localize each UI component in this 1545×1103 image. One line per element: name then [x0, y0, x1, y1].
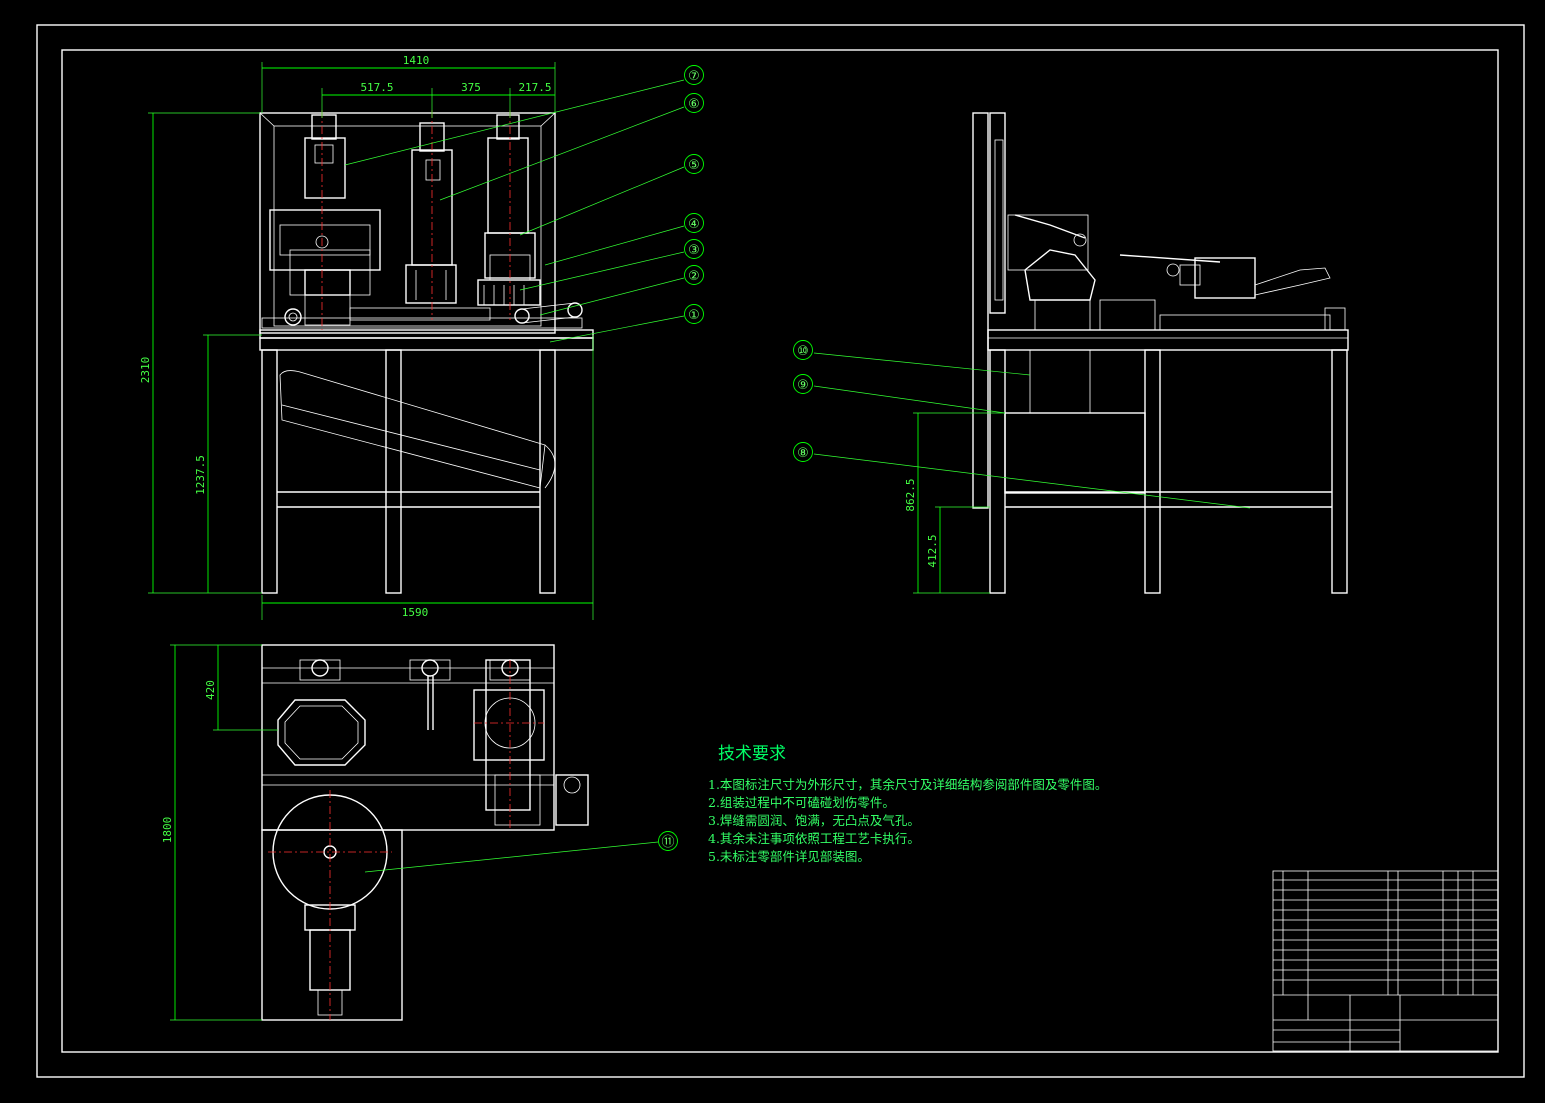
- technical-requirements: 技术要求 1.本图标注尺寸为外形尺寸，其余尺寸及详细结构参阅部件图及零件图。 2…: [708, 744, 1107, 864]
- callout-10: ⑩: [797, 344, 809, 359]
- requirement-2: 2.组装过程中不可磕碰划伤零件。: [708, 795, 895, 810]
- dim-side-height-1: 862.5: [904, 478, 917, 511]
- requirement-1: 1.本图标注尺寸为外形尺寸，其余尺寸及详细结构参阅部件图及零件图。: [708, 777, 1107, 792]
- callout-4: ④: [688, 217, 700, 232]
- dim-side-height-2: 412.5: [926, 534, 939, 567]
- dim-plan-depth: 420: [204, 680, 217, 700]
- side-view: [972, 112, 1349, 594]
- requirement-5: 5.未标注零部件详见部装图。: [708, 849, 870, 864]
- plan-view: [261, 644, 589, 1021]
- cad-drawing-canvas: 1410 517.5 375 217.5 2310 1237.5 1590 ⑦ …: [36, 24, 1525, 1078]
- callout-7: ⑦: [688, 69, 700, 84]
- dim-plan-length: 1800: [161, 817, 174, 844]
- front-view: [259, 110, 594, 594]
- dim-segment-1: 517.5: [360, 81, 393, 94]
- callout-3: ③: [688, 243, 700, 258]
- callout-5: ⑤: [688, 158, 700, 173]
- dim-table-height: 1237.5: [194, 455, 207, 495]
- requirement-3: 3.焊缝需圆润、饱满，无凸点及气孔。: [708, 813, 920, 828]
- callouts-side: ⑩ ⑨ ⑧: [793, 340, 1251, 509]
- dim-total-height: 2310: [139, 357, 152, 384]
- dim-base-width: 1590: [402, 606, 429, 619]
- callout-11: ⑪: [661, 835, 674, 850]
- front-dimensions: 1410 517.5 375 217.5 2310 1237.5 1590: [139, 54, 594, 620]
- dim-overall-width: 1410: [403, 54, 430, 67]
- callout-1: ①: [688, 308, 700, 323]
- callout-9: ⑨: [797, 378, 809, 393]
- requirements-title: 技术要求: [718, 744, 786, 764]
- dim-segment-2: 375: [461, 81, 481, 94]
- title-block: [1272, 870, 1499, 1052]
- callout-6: ⑥: [688, 97, 700, 112]
- callouts-plan: ⑪: [364, 831, 678, 873]
- dim-segment-3: 217.5: [518, 81, 551, 94]
- callout-2: ②: [688, 269, 700, 284]
- plan-dimensions: 1800 420: [161, 644, 278, 1021]
- callout-8: ⑧: [797, 446, 809, 461]
- requirement-4: 4.其余未注事项依照工程工艺卡执行。: [708, 831, 920, 846]
